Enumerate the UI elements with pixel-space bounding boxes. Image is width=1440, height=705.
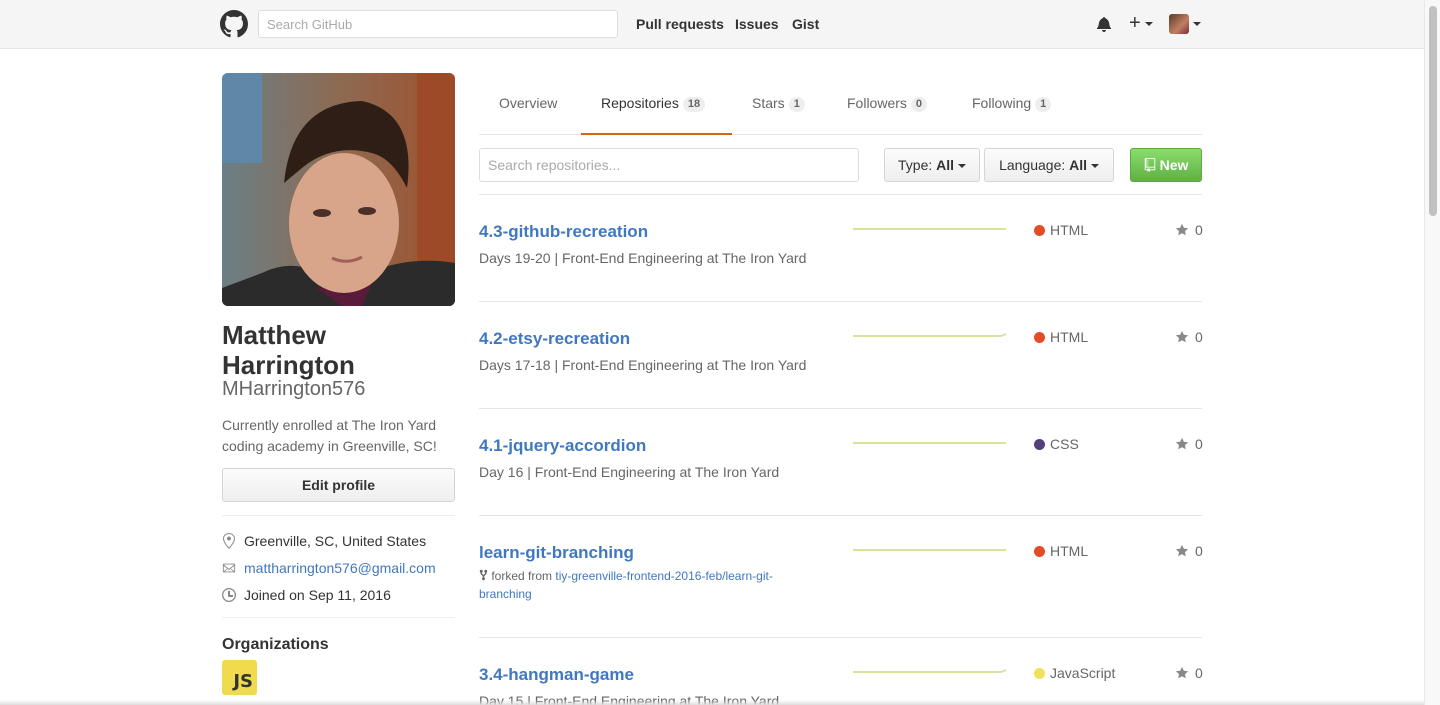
- type-filter-dropdown[interactable]: Type: All: [884, 148, 980, 182]
- email-link[interactable]: mattharrington576@gmail.com: [244, 560, 436, 576]
- chevron-down-icon: [1090, 164, 1099, 169]
- divider: [479, 515, 1202, 516]
- repo-description: Day 16 | Front-End Engineering at The Ir…: [479, 464, 780, 480]
- clock-icon: [222, 588, 236, 602]
- language-color-dot: [1034, 438, 1045, 450]
- repository-search-input[interactable]: [479, 148, 859, 182]
- chevron-down-icon[interactable]: [1145, 22, 1153, 26]
- avatar[interactable]: [1169, 14, 1189, 34]
- language-filter-dropdown[interactable]: Language: All: [984, 148, 1114, 182]
- location-icon: [223, 533, 235, 549]
- repo-stars[interactable]: 0: [1175, 329, 1203, 345]
- tab-followers[interactable]: Followers 0: [847, 73, 928, 135]
- language-color-dot: [1034, 545, 1045, 557]
- tab-repositories[interactable]: Repositories 18: [581, 73, 732, 135]
- repo-description: Days 19-20 | Front-End Engineering at Th…: [479, 250, 807, 266]
- tab-counter: 18: [682, 97, 706, 112]
- scrollbar[interactable]: [1424, 0, 1440, 705]
- activity-sparkline: [853, 228, 1006, 230]
- github-search-input[interactable]: [258, 10, 618, 38]
- fork-icon: [479, 569, 488, 581]
- star-icon: [1175, 544, 1189, 557]
- location-text: Greenville, SC, United States: [244, 533, 427, 549]
- edit-profile-button[interactable]: Edit profile: [222, 468, 455, 502]
- activity-sparkline: [853, 442, 1006, 444]
- top-header: Pull requests Issues Gist +: [0, 0, 1424, 49]
- github-logo-icon[interactable]: [220, 10, 248, 38]
- scrollbar-thumb[interactable]: [1429, 6, 1437, 216]
- star-icon: [1175, 666, 1189, 679]
- star-icon: [1175, 437, 1189, 450]
- activity-sparkline: [853, 669, 1006, 673]
- repo-language: HTML: [1034, 543, 1088, 559]
- tab-stars[interactable]: Stars 1: [752, 73, 805, 135]
- profile-tabs: Overview Repositories 18 Stars 1 Followers…: [479, 73, 1202, 135]
- repo-stars[interactable]: 0: [1175, 222, 1203, 238]
- organization-avatar[interactable]: JS: [222, 660, 257, 695]
- tab-overview[interactable]: Overview: [499, 73, 557, 135]
- profile-bio: Currently enrolled at The Iron Yard codi…: [222, 417, 437, 454]
- divider: [479, 637, 1202, 638]
- repo-name-link[interactable]: 4.2-etsy-recreation: [479, 329, 630, 349]
- repo-description: Days 17-18 | Front-End Engineering at Th…: [479, 357, 807, 373]
- activity-sparkline: [853, 333, 1006, 337]
- divider: [479, 194, 1202, 195]
- language-color-dot: [1034, 667, 1045, 679]
- nav-pull-requests[interactable]: Pull requests: [636, 16, 724, 32]
- profile-username: MHarrington576: [222, 378, 366, 400]
- repo-stars[interactable]: 0: [1175, 543, 1203, 559]
- divider: [222, 515, 455, 516]
- profile-location: Greenville, SC, United States: [222, 533, 426, 549]
- repo-name-link[interactable]: learn-git-branching: [479, 543, 634, 563]
- profile-email: mattharrington576@gmail.com: [222, 560, 436, 576]
- nav-gist[interactable]: Gist: [792, 16, 819, 32]
- repo-name-link[interactable]: 4.1-jquery-accordion: [479, 436, 646, 456]
- tab-counter: 1: [788, 97, 805, 112]
- repo-stars[interactable]: 0: [1175, 665, 1203, 681]
- tab-counter: 0: [910, 97, 928, 112]
- profile-joined: Joined on Sep 11, 2016: [222, 587, 391, 603]
- chevron-down-icon[interactable]: [1193, 22, 1201, 26]
- language-color-dot: [1034, 224, 1045, 236]
- repo-name-link[interactable]: 4.3-github-recreation: [479, 222, 648, 242]
- tab-following[interactable]: Following 1: [972, 73, 1052, 135]
- repo-language: CSS: [1034, 436, 1079, 452]
- repo-name-link[interactable]: 3.4-hangman-game: [479, 665, 634, 685]
- star-icon: [1175, 330, 1189, 343]
- language-color-dot: [1034, 331, 1045, 343]
- plus-icon[interactable]: +: [1129, 11, 1141, 35]
- bell-icon[interactable]: [1097, 15, 1111, 33]
- joined-text: Joined on Sep 11, 2016: [244, 587, 391, 603]
- repo-stars[interactable]: 0: [1175, 436, 1203, 452]
- activity-sparkline: [853, 549, 1006, 551]
- profile-photo: [222, 73, 455, 306]
- divider: [479, 301, 1202, 302]
- new-repository-button[interactable]: New: [1130, 148, 1202, 182]
- bottom-edge: [0, 700, 1424, 705]
- divider: [479, 408, 1202, 409]
- repo-language: HTML: [1034, 222, 1088, 238]
- organizations-heading: Organizations: [222, 636, 329, 653]
- star-icon: [1175, 223, 1189, 236]
- profile-fullname: Matthew Harrington: [222, 320, 355, 380]
- repo-icon: [1144, 158, 1155, 172]
- repo-language: JavaScript: [1034, 665, 1115, 681]
- fork-info: forked from tiy-greenville-frontend-2016…: [479, 569, 773, 601]
- repo-language: HTML: [1034, 329, 1088, 345]
- divider: [222, 617, 455, 618]
- nav-issues[interactable]: Issues: [735, 16, 779, 32]
- tab-counter: 1: [1035, 97, 1052, 112]
- mail-icon: [222, 563, 236, 573]
- chevron-down-icon: [957, 164, 966, 169]
